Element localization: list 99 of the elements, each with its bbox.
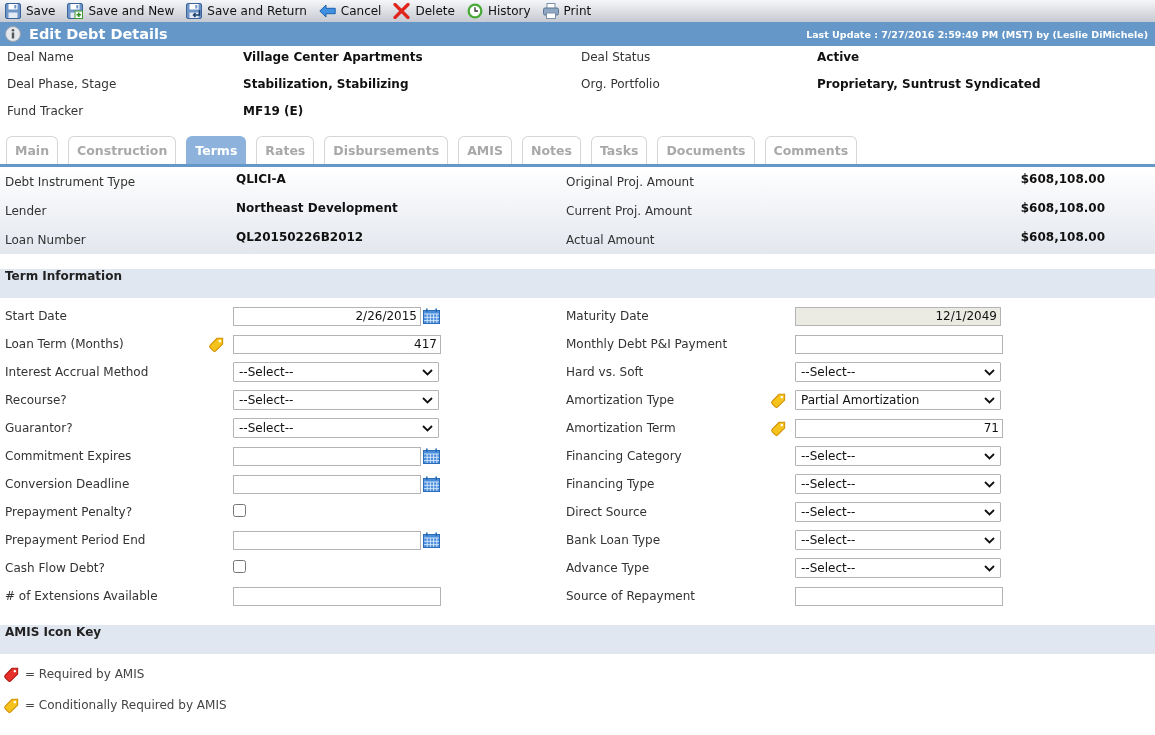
field-label: Recourse?	[5, 393, 68, 407]
date-input-field[interactable]: 12/1/2049	[795, 306, 1001, 326]
field-label: Original Proj. Amount	[566, 174, 695, 189]
select-field[interactable]: --Select--	[233, 362, 439, 382]
field-label: Monthly Debt P&I Payment	[566, 337, 729, 351]
info-icon	[5, 26, 21, 42]
calendar-icon[interactable]	[423, 476, 440, 492]
field-label: Actual Amount	[566, 232, 656, 247]
field-label: Direct Source	[566, 505, 648, 519]
field-label: Bank Loan Type	[566, 533, 662, 547]
field-label: Financing Category	[566, 449, 683, 463]
amount-value: $608,108.00	[1020, 200, 1105, 215]
chevron-down-icon	[984, 508, 995, 516]
select-field[interactable]: --Select--	[795, 362, 1001, 382]
field-label: Hard vs. Soft	[566, 365, 645, 379]
field-label: Amortization Type	[566, 393, 676, 407]
input-field[interactable]	[233, 586, 441, 606]
chevron-down-icon	[422, 424, 433, 432]
field-value: Stabilization, Stabilizing	[243, 76, 409, 93]
chevron-down-icon	[984, 564, 995, 572]
calendar-icon[interactable]	[423, 308, 440, 324]
field-value: QL20150226B2012	[236, 229, 364, 244]
field-value: QLICI-A	[236, 171, 286, 186]
field-label: Amortization Term	[566, 421, 677, 435]
field-label: Org. Portfolio	[581, 76, 661, 93]
date-input-field[interactable]	[233, 474, 421, 494]
cancel-button[interactable]: Cancel	[318, 1, 382, 21]
field-value: Active	[817, 49, 860, 66]
input-field[interactable]: 417	[233, 334, 441, 354]
chevron-down-icon	[422, 368, 433, 376]
chevron-down-icon	[984, 536, 995, 544]
field-label: Debt Instrument Type	[5, 174, 137, 189]
print-button[interactable]: Print	[542, 1, 592, 21]
field-label: Prepayment Period End	[5, 533, 147, 547]
select-field[interactable]: --Select--	[795, 558, 1001, 578]
field-label: Cash Flow Debt?	[5, 561, 106, 575]
field-label: # of Extensions Available	[5, 589, 159, 603]
legend-text: = Conditionally Required by AMIS	[25, 697, 227, 712]
field-label: Prepayment Penalty?	[5, 505, 133, 519]
field-label: Current Proj. Amount	[566, 203, 694, 218]
delete-button[interactable]: Delete	[393, 1, 455, 21]
date-input-field[interactable]	[233, 530, 421, 550]
field-label: Loan Number	[5, 232, 87, 247]
date-input-field[interactable]: 2/26/2015	[233, 306, 421, 326]
field-label: Conversion Deadline	[5, 477, 131, 491]
field-value: Village Center Apartments	[243, 49, 423, 66]
input-field[interactable]: 71	[795, 418, 1003, 438]
select-field[interactable]: --Select--	[795, 530, 1001, 550]
field-label: Commitment Expires	[5, 449, 133, 463]
printer-icon	[542, 3, 559, 19]
save-and-return-button[interactable]: Save and Return	[186, 1, 307, 21]
save-and-new-button[interactable]: Save and New	[67, 1, 175, 21]
chevron-down-icon	[984, 368, 995, 376]
field-value: MF19 (E)	[243, 103, 304, 120]
select-field[interactable]: Partial Amortization	[795, 390, 1001, 410]
field-value: Northeast Development	[236, 200, 398, 215]
date-input-field[interactable]	[233, 446, 421, 466]
select-field[interactable]: --Select--	[233, 390, 439, 410]
select-field[interactable]: --Select--	[795, 502, 1001, 522]
field-label: Source of Repayment	[566, 589, 697, 603]
calendar-icon[interactable]	[423, 532, 440, 548]
field-label: Deal Name	[7, 49, 75, 66]
field-label: Loan Term (Months)	[5, 337, 125, 351]
checkbox[interactable]	[233, 504, 246, 517]
field-label: Advance Type	[566, 561, 651, 575]
field-label: Lender	[5, 203, 48, 218]
checkbox[interactable]	[233, 560, 246, 573]
select-field[interactable]: --Select--	[795, 446, 1001, 466]
legend-text: = Required by AMIS	[25, 666, 145, 681]
section-title: Term Information	[0, 269, 1155, 298]
last-update-text: Last Update : 7/27/2016 2:59:49 PM (MST) by (Leslie DiMichele)	[806, 28, 1148, 40]
page-title: Edit Debt Details	[29, 26, 168, 42]
field-value: Proprietary, Suntrust Syndicated	[817, 76, 1041, 93]
amount-value: $608,108.00	[1020, 171, 1105, 186]
select-field[interactable]: --Select--	[233, 418, 439, 438]
chevron-down-icon	[984, 396, 995, 404]
chevron-down-icon	[422, 396, 433, 404]
section-title: AMIS Icon Key	[0, 625, 1155, 654]
input-field[interactable]	[795, 586, 1003, 606]
field-label: Fund Tracker	[7, 103, 85, 120]
chevron-down-icon	[984, 452, 995, 460]
field-label: Maturity Date	[566, 309, 650, 323]
field-label: Guarantor?	[5, 421, 74, 435]
cross-icon	[393, 3, 411, 19]
select-field[interactable]: --Select--	[795, 474, 1001, 494]
amount-value: $608,108.00	[1020, 229, 1105, 244]
input-field[interactable]	[795, 334, 1003, 354]
history-button[interactable]: History	[466, 1, 531, 21]
calendar-icon[interactable]	[423, 448, 440, 464]
clock-icon	[466, 3, 483, 19]
field-label: Financing Type	[566, 477, 656, 491]
field-label: Interest Accrual Method	[5, 365, 150, 379]
field-label: Deal Phase, Stage	[7, 76, 118, 93]
field-label: Deal Status	[581, 49, 652, 66]
save-button[interactable]: Save	[5, 1, 56, 21]
floppy-plus-icon	[67, 3, 84, 19]
arrow-left-icon	[318, 4, 336, 18]
chevron-down-icon	[984, 480, 995, 488]
field-label: Start Date	[5, 309, 68, 323]
